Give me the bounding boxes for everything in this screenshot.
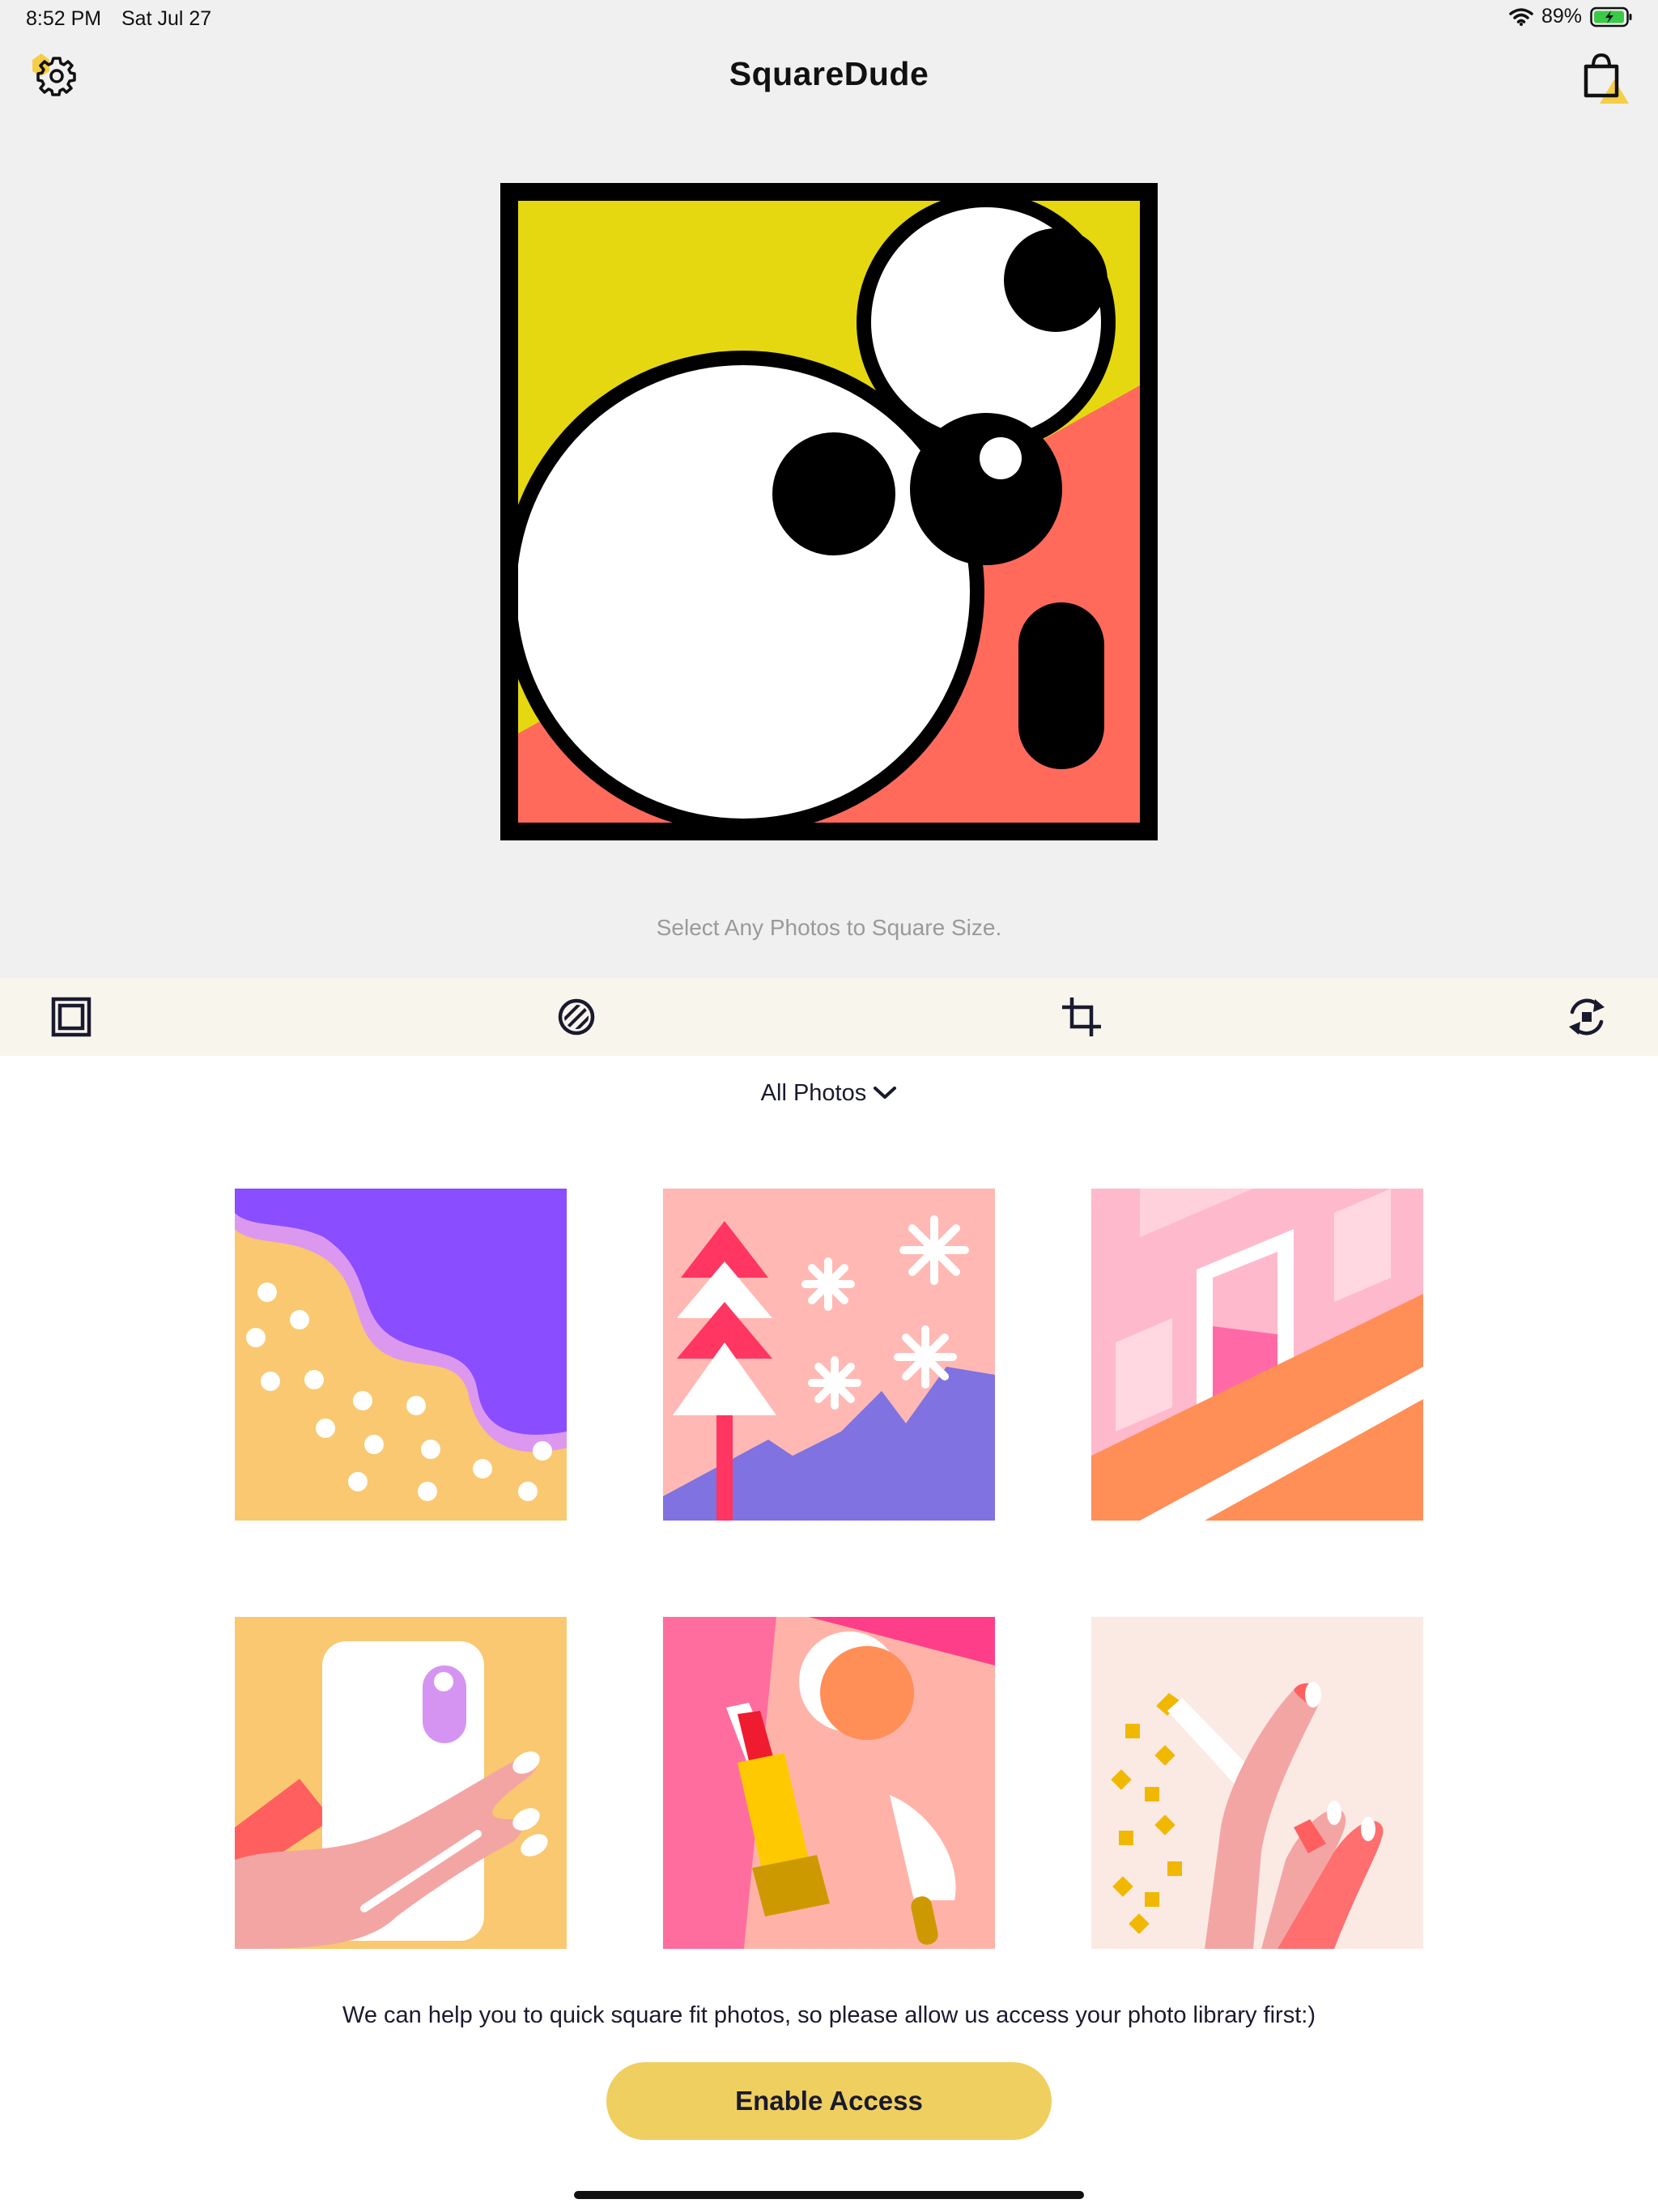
status-date: Sat Jul 27 xyxy=(121,7,212,30)
battery-charging-icon xyxy=(1590,6,1632,27)
nail-polish-illustration xyxy=(1091,1617,1423,1949)
crop-tool-button[interactable] xyxy=(1057,993,1106,1041)
chevron-down-icon xyxy=(874,1087,897,1100)
photo-window-stripes[interactable] xyxy=(1091,1189,1423,1521)
photo-nail-polish[interactable] xyxy=(1091,1617,1423,1949)
nav-bar: SquareDude xyxy=(0,39,1658,112)
striped-circle-icon xyxy=(558,998,595,1036)
pattern-tool-button[interactable] xyxy=(552,993,601,1041)
app-title: SquareDude xyxy=(729,55,929,92)
wifi-icon xyxy=(1509,7,1533,26)
edit-toolbar xyxy=(0,978,1658,1056)
photo-wave-dots[interactable] xyxy=(235,1189,567,1521)
status-time: 8:52 PM xyxy=(26,7,102,30)
hand-phone-illustration xyxy=(235,1617,567,1949)
rotate-tool-button[interactable] xyxy=(1562,993,1611,1041)
album-label: All Photos xyxy=(760,1079,867,1106)
photo-hand-phone[interactable] xyxy=(235,1617,567,1949)
window-stripes-illustration xyxy=(1091,1189,1423,1521)
hint-text: Select Any Photos to Square Size. xyxy=(656,915,1002,940)
store-button[interactable] xyxy=(1575,49,1632,105)
wave-dots-illustration xyxy=(235,1189,567,1521)
squaredude-logo xyxy=(500,183,1158,840)
hero-logo xyxy=(500,183,1158,840)
battery-percent: 89% xyxy=(1541,5,1582,28)
album-selector[interactable]: All Photos xyxy=(0,1079,1658,1107)
photo-winter-trees[interactable] xyxy=(663,1189,995,1521)
status-indicators: 89% xyxy=(1509,5,1634,28)
photo-lipstick-mirror[interactable] xyxy=(663,1617,995,1949)
status-bar: 8:52 PM Sat Jul 27 89% xyxy=(0,0,1658,39)
crop-icon xyxy=(1062,998,1101,1036)
enable-access-button[interactable]: Enable Access xyxy=(606,2062,1052,2140)
lipstick-mirror-illustration xyxy=(663,1617,995,1949)
home-indicator[interactable] xyxy=(574,2191,1084,2199)
winter-trees-illustration xyxy=(663,1189,995,1521)
rotate-icon xyxy=(1569,998,1605,1036)
frame-tool-button[interactable] xyxy=(47,993,96,1041)
shopping-bag-icon xyxy=(1584,53,1629,104)
access-message: We can help you to quick square fit phot… xyxy=(342,2002,1316,2028)
square-frame-icon xyxy=(51,997,91,1037)
